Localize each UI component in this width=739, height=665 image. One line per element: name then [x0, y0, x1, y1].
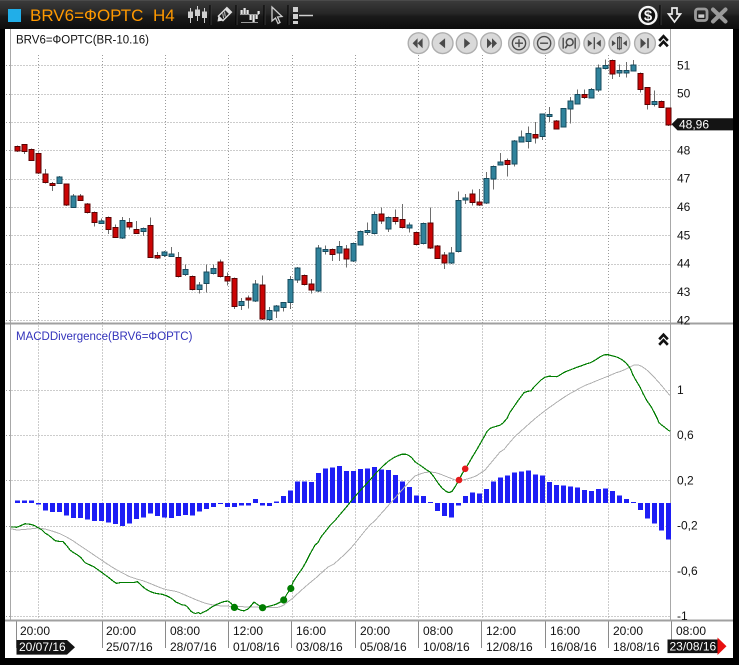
- svg-text:1: 1: [677, 383, 684, 397]
- svg-text:43: 43: [677, 285, 691, 299]
- svg-text:-0,2: -0,2: [677, 519, 698, 533]
- svg-text:08:00: 08:00: [676, 624, 706, 638]
- svg-text:MACDDivergence(BRV6=ФОРТС): MACDDivergence(BRV6=ФОРТС): [16, 331, 193, 343]
- svg-text:08:00: 08:00: [423, 624, 453, 638]
- svg-text:18/08/16: 18/08/16: [613, 640, 660, 654]
- svg-text:12:00: 12:00: [486, 624, 516, 638]
- svg-text:20/07/16: 20/07/16: [19, 640, 66, 654]
- svg-text:50: 50: [677, 87, 691, 101]
- svg-text:10/08/16: 10/08/16: [423, 640, 470, 654]
- svg-text:$: $: [644, 8, 653, 25]
- svg-text:0,6: 0,6: [677, 428, 694, 442]
- svg-text:23/08/16: 23/08/16: [670, 639, 717, 653]
- svg-text:03/08/16: 03/08/16: [296, 640, 343, 654]
- svg-text:16:00: 16:00: [550, 624, 580, 638]
- svg-text:12:00: 12:00: [233, 624, 263, 638]
- svg-text:44: 44: [677, 257, 691, 271]
- svg-text:46: 46: [677, 200, 691, 214]
- svg-text:20:00: 20:00: [360, 624, 390, 638]
- svg-text:BRV6=ФОРТС(BR-10.16): BRV6=ФОРТС(BR-10.16): [16, 35, 149, 47]
- svg-text:20:00: 20:00: [20, 624, 50, 638]
- svg-text:28/07/16: 28/07/16: [170, 640, 217, 654]
- svg-text:-0,6: -0,6: [677, 564, 698, 578]
- svg-text:12/08/16: 12/08/16: [486, 640, 533, 654]
- svg-text:20:00: 20:00: [106, 624, 136, 638]
- svg-text:48,96: 48,96: [679, 118, 709, 132]
- svg-text:20:00: 20:00: [613, 624, 643, 638]
- svg-text:01/08/16: 01/08/16: [233, 640, 280, 654]
- svg-text:16:00: 16:00: [296, 624, 326, 638]
- svg-text:08:00: 08:00: [170, 624, 200, 638]
- svg-text:48: 48: [677, 143, 691, 157]
- svg-text:0,2: 0,2: [677, 473, 694, 487]
- svg-text:25/07/16: 25/07/16: [106, 640, 153, 654]
- svg-text:05/08/16: 05/08/16: [360, 640, 407, 654]
- svg-text:47: 47: [677, 172, 691, 186]
- svg-text:16/08/16: 16/08/16: [550, 640, 597, 654]
- svg-text:-1: -1: [677, 609, 688, 623]
- svg-text:51: 51: [677, 58, 691, 72]
- svg-text:45: 45: [677, 228, 691, 242]
- svg-text:42: 42: [677, 313, 691, 327]
